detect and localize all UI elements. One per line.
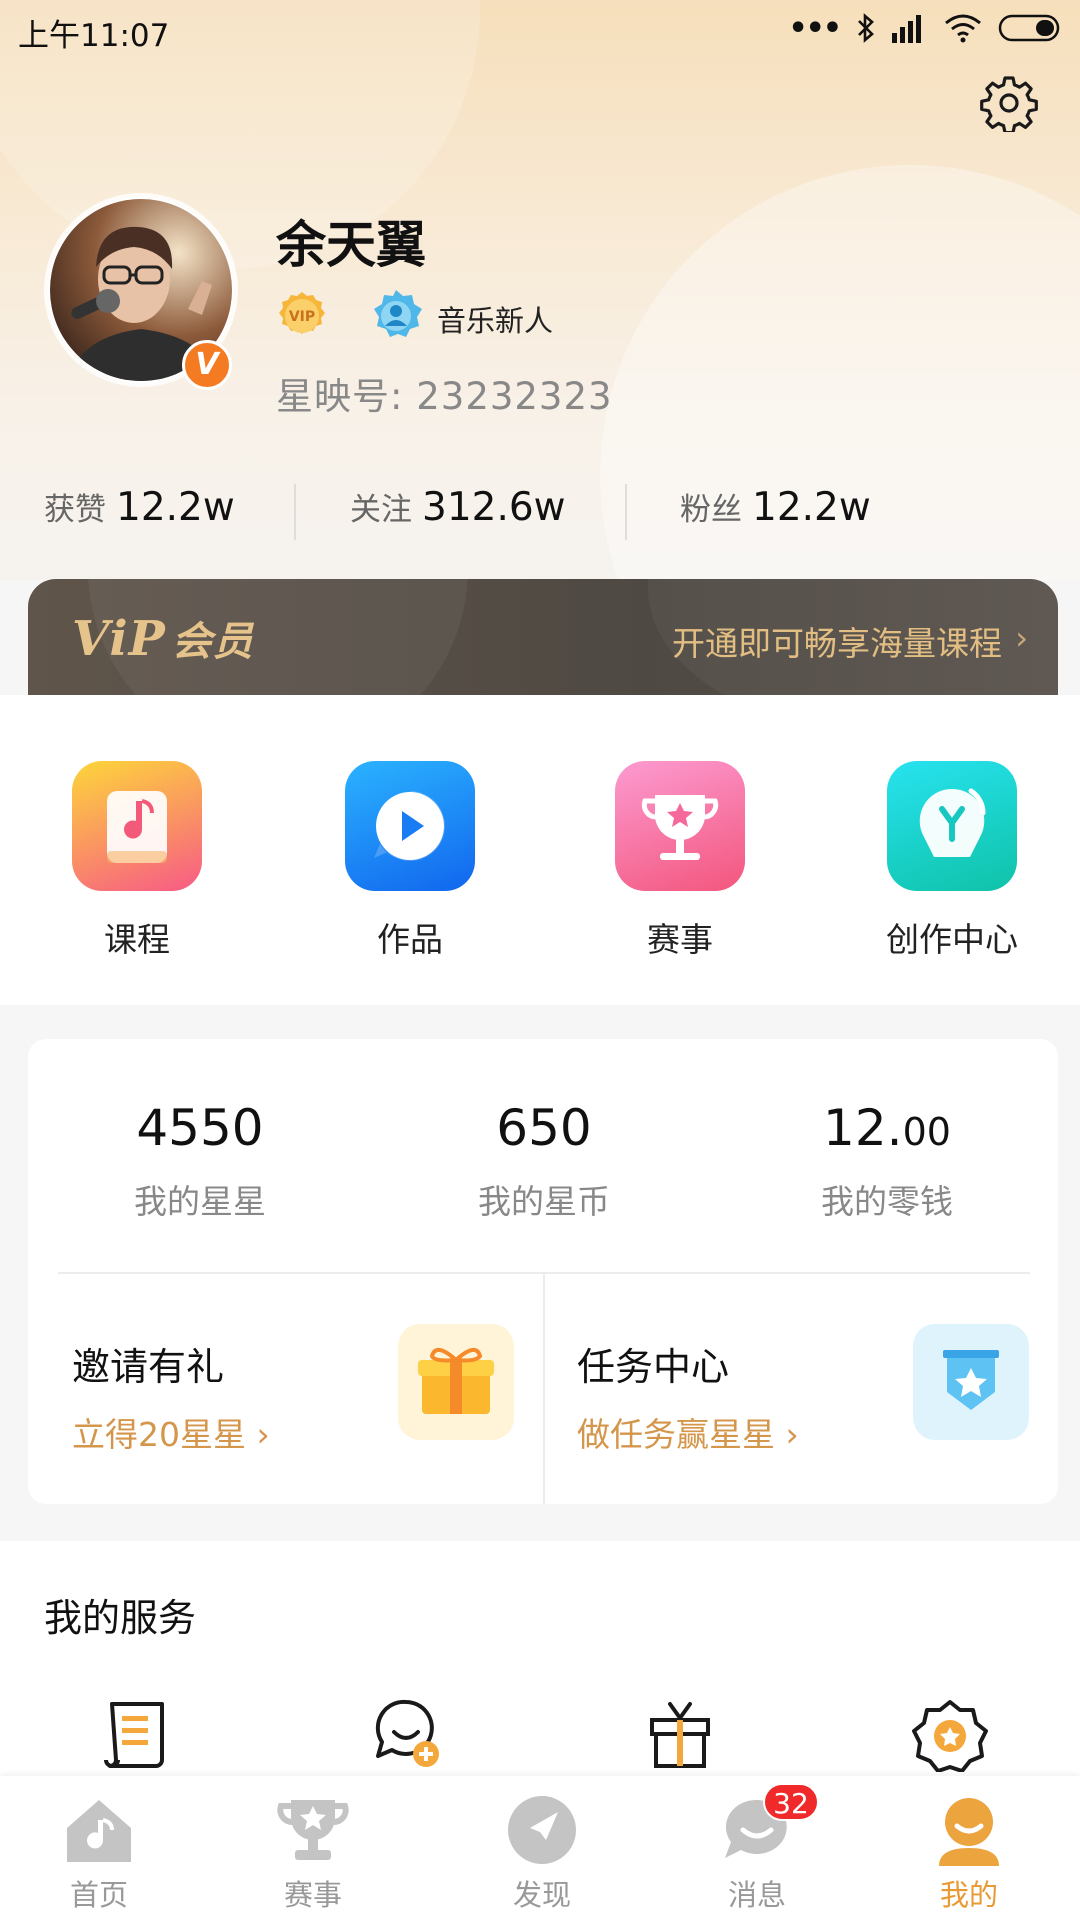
tab-label: 我的 — [939, 1878, 998, 1912]
home-icon — [67, 1800, 131, 1862]
chevron-right-icon: › — [1015, 619, 1028, 657]
stat-divider — [294, 484, 296, 540]
quick-action-creation-center[interactable]: 创作中心 — [866, 761, 1038, 961]
profile-stats: 获赞 12.2w 关注 312.6w 粉丝 12.2w — [0, 476, 1080, 546]
wallet-label: 我的零钱 — [821, 1182, 953, 1221]
wallet-value-int: 650 — [496, 1099, 592, 1157]
creation-icon — [887, 761, 1017, 891]
scroll-list-icon[interactable] — [98, 1696, 174, 1772]
tab-discover[interactable]: 发现 — [477, 1790, 607, 1914]
wallet-change[interactable]: 12.00 我的零钱 — [737, 1099, 1037, 1223]
wallet-value-int: 4550 — [136, 1099, 264, 1157]
profile-header: 上午11:07 ••• V 余天翼 VIP 音乐新人 星映号: 23232323… — [0, 0, 1080, 580]
status-bar: 上午11:07 ••• — [0, 0, 1080, 56]
signal-icon — [892, 15, 921, 43]
profile-icon — [939, 1798, 999, 1866]
wallet-value: 4550 — [50, 1099, 350, 1157]
quick-action-events[interactable]: 赛事 — [594, 761, 766, 961]
tab-label: 发现 — [512, 1878, 571, 1912]
gift-box-icon[interactable] — [642, 1696, 718, 1772]
user-name: 余天翼 — [276, 216, 426, 274]
tab-home[interactable]: 首页 — [34, 1790, 164, 1914]
user-id: 星映号: 23232323 — [276, 366, 613, 420]
stat-value: 12.2w — [752, 485, 871, 530]
compass-icon — [508, 1796, 576, 1864]
stat-label: 关注 — [350, 492, 412, 528]
quick-actions: 课程 作品 赛事 创作中心 — [0, 695, 1080, 1005]
wallet-value-int: 12. — [823, 1099, 903, 1157]
vip-logo-sub: 会员 — [171, 618, 254, 665]
task-subtitle-text: 做任务赢星星 — [577, 1415, 775, 1454]
task-subtitle: 做任务赢星星 › — [577, 1408, 799, 1456]
quick-action-label: 作品 — [377, 920, 443, 959]
tab-events[interactable]: 赛事 — [248, 1790, 378, 1914]
unread-badge: 32 — [763, 1783, 819, 1821]
chevron-right-icon: › — [256, 1415, 270, 1454]
trophy-icon — [277, 1800, 349, 1860]
quick-action-label: 课程 — [104, 920, 170, 959]
bottom-tab-bar: 首页 赛事 发现 消息 我的 — [0, 1776, 1080, 1920]
services-section: 我的服务 — [0, 1541, 1080, 1781]
gift-icon — [398, 1324, 514, 1440]
tab-label: 消息 — [727, 1878, 786, 1912]
invite-subtitle-text: 立得20星星 — [72, 1415, 246, 1454]
wallet-value: 650 — [394, 1099, 694, 1157]
wallet-label: 我的星星 — [134, 1182, 266, 1221]
quick-action-works[interactable]: 作品 — [324, 761, 496, 961]
stat-label: 粉丝 — [680, 492, 742, 528]
stat-divider — [625, 484, 627, 540]
tab-label: 赛事 — [283, 1878, 342, 1912]
invite-promo[interactable]: 邀请有礼 立得20星星 › — [28, 1274, 543, 1504]
invite-subtitle: 立得20星星 › — [72, 1408, 270, 1456]
badge-star-icon — [913, 1324, 1029, 1440]
star-badge-icon[interactable] — [912, 1696, 988, 1772]
stat-label: 获赞 — [44, 492, 106, 528]
quick-action-label: 创作中心 — [886, 920, 1018, 959]
bluetooth-icon — [858, 13, 874, 43]
status-time: 上午11:07 — [18, 18, 170, 54]
task-title: 任务中心 — [577, 1345, 730, 1389]
user-id-value: 23232323 — [416, 375, 613, 418]
tab-profile[interactable]: 我的 — [904, 1790, 1034, 1914]
chevron-right-icon: › — [785, 1415, 799, 1454]
stat-value: 12.2w — [116, 485, 235, 530]
stat-value: 312.6w — [422, 485, 566, 530]
stat-fans[interactable]: 粉丝 12.2w — [680, 484, 871, 530]
verified-badge: V — [182, 340, 232, 390]
quick-action-course[interactable]: 课程 — [51, 761, 223, 961]
wallet-card: 4550 我的星星 650 我的星币 12.00 我的零钱 邀请有礼 立得20星… — [28, 1039, 1058, 1504]
stat-likes[interactable]: 获赞 12.2w — [44, 484, 235, 530]
wallet-stars[interactable]: 4550 我的星星 — [50, 1099, 350, 1223]
level-badge-icon[interactable] — [370, 289, 422, 343]
battery-icon — [998, 14, 1060, 42]
wallet-coins[interactable]: 650 我的星币 — [394, 1099, 694, 1223]
user-id-label: 星映号: — [276, 375, 404, 418]
quick-action-label: 赛事 — [647, 920, 713, 959]
status-icons: ••• — [788, 10, 1062, 46]
wallet-label: 我的星币 — [478, 1182, 610, 1221]
vip-banner-tip: 开通即可畅享海量课程 — [672, 624, 1002, 663]
vip-logo-mark: ViP — [72, 611, 166, 667]
task-center-promo[interactable]: 任务中心 做任务赢星星 › — [545, 1274, 1058, 1504]
tab-label: 首页 — [69, 1878, 128, 1912]
play-icon — [345, 761, 475, 891]
vip-banner[interactable]: ViP 会员 开通即可畅享海量课程 › — [28, 579, 1058, 695]
level-title: 音乐新人 — [437, 304, 554, 338]
invite-title: 邀请有礼 — [72, 1345, 225, 1389]
vip-logo: ViP 会员 — [72, 609, 254, 667]
vip-badge-text: VIP — [289, 309, 315, 325]
trophy-icon — [615, 761, 745, 891]
wallet-value: 12.00 — [737, 1099, 1037, 1157]
music-note-icon — [72, 761, 202, 891]
wifi-icon — [945, 14, 981, 43]
more-dots-icon: ••• — [788, 10, 842, 46]
stat-following[interactable]: 关注 312.6w — [350, 484, 566, 530]
settings-gear-icon[interactable] — [980, 74, 1038, 132]
vip-badge-icon[interactable]: VIP — [276, 290, 328, 342]
chat-add-icon[interactable] — [368, 1696, 444, 1772]
services-title: 我的服务 — [44, 1596, 197, 1640]
wallet-value-decimals: 00 — [902, 1110, 951, 1154]
